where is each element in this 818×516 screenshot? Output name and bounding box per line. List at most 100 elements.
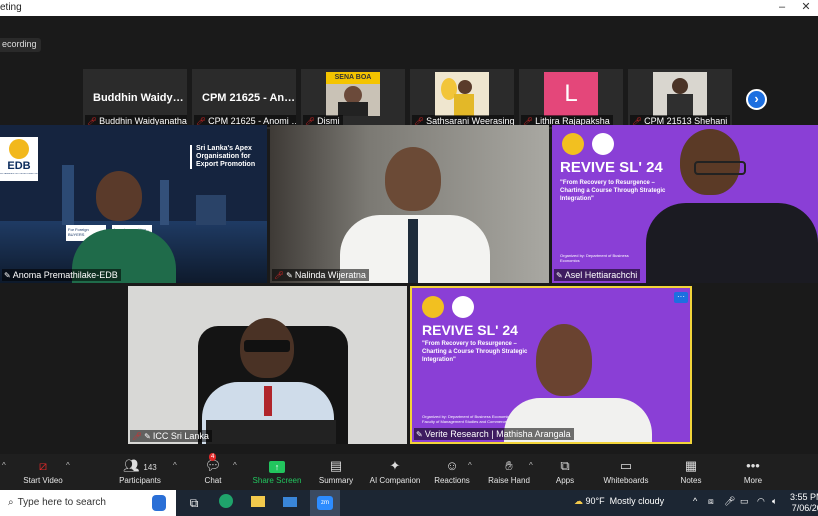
raise-hand-button[interactable]: ✋︎ Raise Hand <box>486 456 532 485</box>
whiteboards-label: Whiteboards <box>603 476 649 485</box>
participants-icon: 👥︎ 143 <box>123 458 157 473</box>
next-page-button[interactable]: › <box>746 89 767 110</box>
university-logo-icon <box>422 296 444 318</box>
apps-icon: ⧉ <box>560 458 570 473</box>
speaker-icon[interactable]: 🔈︎ <box>772 496 777 507</box>
whiteboards-button[interactable]: ▭ Whiteboards <box>600 456 652 485</box>
video-options-caret[interactable]: ^ <box>66 461 70 470</box>
notes-label: Notes <box>680 476 702 485</box>
video-tile-edb[interactable]: EDB SRI LANKA EXPORT DEVELOPMENT BOARD S… <box>0 125 267 283</box>
participant-label: 🎤︎ ✎ ICC Sri Lanka <box>130 430 212 442</box>
strip-tile-3[interactable]: SENA BOA 🎤︎ Dismi <box>301 69 405 129</box>
laptop <box>206 420 336 444</box>
caret-up-icon[interactable]: ^ <box>2 461 6 470</box>
video-tile-asel[interactable]: REVIVE SL' 24 "From Recovery to Resurgen… <box>552 125 818 283</box>
chat-button[interactable]: 💬︎ 4 Chat <box>196 453 230 485</box>
pin-icon: ✎ <box>144 432 151 441</box>
more-label: More <box>743 476 763 485</box>
share-screen-label: Share Screen <box>252 476 302 485</box>
chat-label: Chat <box>204 476 222 485</box>
mail-icon[interactable] <box>280 494 300 512</box>
edb-logo: EDB SRI LANKA EXPORT DEVELOPMENT BOARD <box>0 137 38 181</box>
glasses <box>244 340 290 352</box>
slide-organizer: Organized by: Department of Business Eco… <box>560 253 629 263</box>
zoom-app-icon[interactable]: zm <box>310 490 340 516</box>
edb-logo-text: EDB <box>7 160 31 172</box>
start-video-label: Start Video <box>23 476 63 485</box>
apps-label: Apps <box>555 476 575 485</box>
title-bar: eting – ✕ <box>0 0 818 16</box>
emoji-icon: ☺︎ <box>445 458 459 473</box>
clock[interactable]: 3:55 PM7/06/20 <box>790 492 818 514</box>
video-tile-icc[interactable]: 🎤︎ ✎ ICC Sri Lanka <box>128 286 407 444</box>
summary-button[interactable]: ▤ Summary <box>316 456 356 485</box>
network-icon[interactable]: ⧈ <box>708 496 714 507</box>
clock-date: 7/06/20 <box>791 503 818 513</box>
minimize-button[interactable]: – <box>770 0 794 16</box>
recording-indicator[interactable]: ecording <box>0 38 41 52</box>
wifi-icon[interactable]: ◠ <box>757 496 765 507</box>
faculty-logo-icon <box>592 133 614 155</box>
more-button[interactable]: ••• More <box>738 456 768 485</box>
copilot-icon[interactable] <box>152 495 166 511</box>
participant-name: CPM 21625 - An… <box>202 92 296 104</box>
participant-video-thumbnail: SENA BOA <box>326 72 380 116</box>
strip-tile-4[interactable]: 🎤︎ Sathsarani Weerasing… <box>410 69 514 129</box>
strip-tile-5[interactable]: L 🎤︎ Lithira Rajapaksha <box>519 69 623 129</box>
hand-icon: ✋︎ <box>505 458 513 473</box>
tray-chevron-icon[interactable]: ^ <box>693 496 697 506</box>
search-icon: ⌕ <box>8 497 14 508</box>
participant-label: ✎ Verite Research | Mathisha Arangala <box>414 428 574 440</box>
chevron-right-icon: › <box>754 91 759 106</box>
edb-logo-subtext: SRI LANKA EXPORT DEVELOPMENT BOARD <box>0 173 38 175</box>
strip-tile-6[interactable]: 🎤︎ CPM 21513 Shehani <box>628 69 732 129</box>
strip-tile-1[interactable]: Buddhin Waidy… 🎤︎ Buddhin Waidyanatha <box>83 69 187 129</box>
video-tile-verite-active[interactable]: REVIVE SL' 24 "From Recovery to Resurgen… <box>410 286 692 444</box>
chat-badge: 4 <box>209 453 217 461</box>
participant-head <box>96 171 142 221</box>
participants-button[interactable]: 👥︎ 143 Participants <box>114 456 166 485</box>
summary-label: Summary <box>318 476 354 485</box>
ai-companion-button[interactable]: ✦ AI Companion <box>366 456 424 485</box>
search-placeholder: Type here to search <box>17 497 106 508</box>
whiteboard-icon: ▭ <box>619 458 633 473</box>
reactions-options-caret[interactable]: ^ <box>468 461 472 470</box>
notes-button[interactable]: ▦ Notes <box>676 456 706 485</box>
task-view-icon[interactable]: ⧉ <box>184 494 204 512</box>
pin-icon: ✎ <box>416 430 423 439</box>
participant-head <box>385 147 441 211</box>
sparkle-icon: ✦ <box>389 458 401 473</box>
battery-icon[interactable]: ▭ <box>740 496 749 507</box>
pin-icon: ✎ <box>4 271 11 280</box>
strip-tile-2[interactable]: CPM 21625 - An… 🎤︎ CPM 21625 - Anomi … <box>192 69 296 129</box>
avatar-initial: L <box>564 80 578 107</box>
weather-widget[interactable]: ☁ 90°F Mostly cloudy <box>574 496 664 507</box>
share-screen-icon: ↑ <box>250 456 304 476</box>
microphone-icon[interactable]: 🎤︎ <box>724 496 735 507</box>
windows-taskbar: ⌕ Type here to search ⧉ zm ☁ 90°F Mostly … <box>0 490 818 516</box>
raise-hand-options-caret[interactable]: ^ <box>529 461 533 470</box>
reactions-button[interactable]: ☺︎ Reactions <box>432 456 472 485</box>
participants-options-caret[interactable]: ^ <box>173 461 177 470</box>
ai-companion-label: AI Companion <box>369 476 421 485</box>
taskbar-search[interactable]: ⌕ Type here to search <box>0 490 176 516</box>
participant-video-thumbnail <box>653 72 707 116</box>
slide-headline: Sri Lanka's Apex Organisation for Export… <box>190 145 260 169</box>
share-screen-button[interactable]: ↑ Share Screen <box>250 456 304 485</box>
weather-temp: 90°F <box>585 496 605 506</box>
chat-options-caret[interactable]: ^ <box>233 461 237 470</box>
apps-button[interactable]: ⧉ Apps <box>550 456 580 485</box>
video-tile-nalinda[interactable]: 🎤︎ ✎ Nalinda Wijeratna <box>270 125 549 283</box>
tile-options-icon[interactable]: ··· <box>674 292 688 303</box>
participant-name: Buddhin Waidy… <box>93 92 184 104</box>
close-button[interactable]: ✕ <box>794 0 818 16</box>
start-video-button[interactable]: ⧄ Start Video <box>20 456 66 485</box>
weather-desc: Mostly cloudy <box>609 496 665 506</box>
edge-browser-icon[interactable] <box>216 494 236 512</box>
banner-text: SENA BOA <box>326 72 380 84</box>
notes-icon: ▦ <box>684 458 698 473</box>
slide-tagline: "From Recovery to Resurgence – Charting … <box>422 341 528 363</box>
participant-label: ✎ Asel Hettiarachchi <box>554 269 641 281</box>
participant-head <box>536 324 592 396</box>
file-explorer-icon[interactable] <box>248 494 268 512</box>
